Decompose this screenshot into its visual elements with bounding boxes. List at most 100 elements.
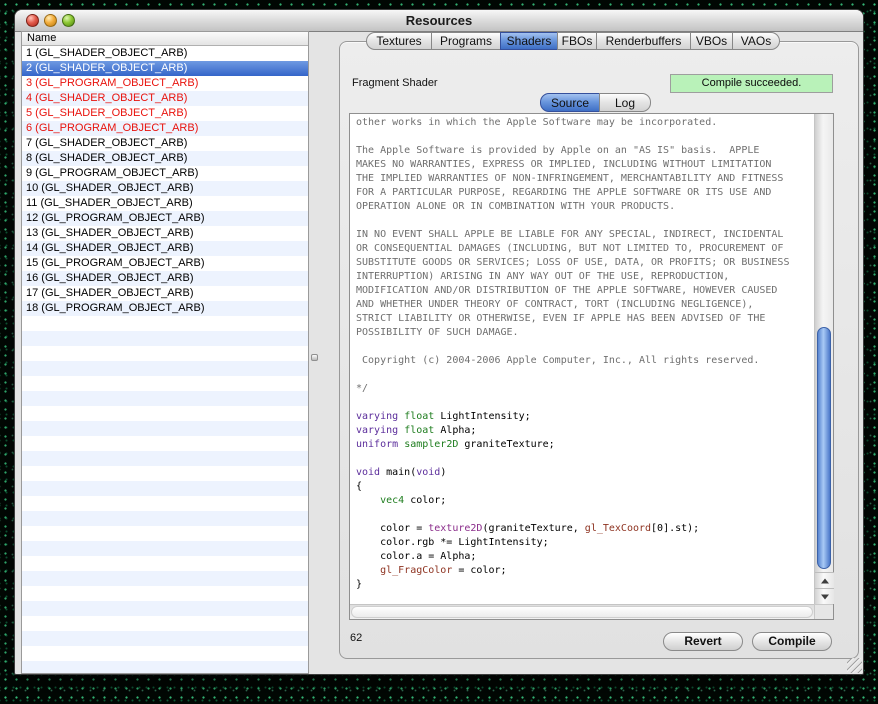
tab-vbos[interactable]: VBOs [690, 32, 733, 50]
code-line: */ [356, 382, 814, 396]
list-filler-row [22, 586, 308, 601]
list-filler-row [22, 496, 308, 511]
list-filler-row [22, 331, 308, 346]
line-count-label: 62 [350, 632, 362, 644]
scrollbar-corner [814, 604, 833, 619]
revert-button[interactable]: Revert [663, 632, 743, 651]
resize-grip[interactable] [847, 658, 862, 673]
shaders-panel: Fragment Shader Compile succeeded. Sourc… [339, 41, 859, 659]
list-item[interactable]: 9 (GL_PROGRAM_OBJECT_ARB) [22, 166, 308, 181]
code-line: other works in which the Apple Software … [356, 116, 814, 130]
code-line: gl_FragColor = color; [356, 564, 814, 578]
code-line: FOR A PARTICULAR PURPOSE, REGARDING THE … [356, 186, 814, 200]
code-line: color = texture2D(graniteTexture, gl_Tex… [356, 522, 814, 536]
list-item[interactable]: 17 (GL_SHADER_OBJECT_ARB) [22, 286, 308, 301]
list-filler-row [22, 406, 308, 421]
code-line: OR CONSEQUENTIAL DAMAGES (INCLUDING, BUT… [356, 242, 814, 256]
horizontal-scrollbar-thumb[interactable] [351, 606, 813, 618]
list-item[interactable]: 8 (GL_SHADER_OBJECT_ARB) [22, 151, 308, 166]
list-item[interactable]: 3 (GL_PROGRAM_OBJECT_ARB) [22, 76, 308, 91]
code-line: varying float Alpha; [356, 424, 814, 438]
list-filler-row [22, 481, 308, 496]
list-item[interactable]: 11 (GL_SHADER_OBJECT_ARB) [22, 196, 308, 211]
list-filler-row [22, 646, 308, 661]
code-line [356, 452, 814, 466]
list-filler-row [22, 541, 308, 556]
arrow-up-icon [821, 578, 829, 583]
list-item[interactable]: 7 (GL_SHADER_OBJECT_ARB) [22, 136, 308, 151]
list-item[interactable]: 12 (GL_PROGRAM_OBJECT_ARB) [22, 211, 308, 226]
view-tabs: SourceLog [540, 93, 651, 112]
list-filler-row [22, 526, 308, 541]
code-line: INTERRUPTION) ARISING IN ANY WAY OUT OF … [356, 270, 814, 284]
resource-list: Name 1 (GL_SHADER_OBJECT_ARB)2 (GL_SHADE… [21, 31, 309, 674]
code-line: vec4 color; [356, 494, 814, 508]
code-line: THE IMPLIED WARRANTIES OF NON-INFRINGEME… [356, 172, 814, 186]
scrollbar-thumb[interactable] [817, 327, 831, 569]
splitter-dimple-icon [311, 354, 318, 361]
list-item[interactable]: 18 (GL_PROGRAM_OBJECT_ARB) [22, 301, 308, 316]
tab-programs[interactable]: Programs [431, 32, 501, 50]
tab-renderbuffers[interactable]: Renderbuffers [596, 32, 691, 50]
list-filler-row [22, 421, 308, 436]
list-filler-row [22, 376, 308, 391]
code-line: POSSIBILITY OF SUCH DAMAGE. [356, 326, 814, 340]
tab-shaders[interactable]: Shaders [500, 32, 558, 50]
code-line [356, 340, 814, 354]
scroll-down-button[interactable] [815, 588, 834, 604]
source-editor: other works in which the Apple Software … [349, 113, 834, 620]
code-line: The Apple Software is provided by Apple … [356, 144, 814, 158]
code-line: color.rgb *= LightIntensity; [356, 536, 814, 550]
tab-textures[interactable]: Textures [366, 32, 432, 50]
list-item[interactable]: 6 (GL_PROGRAM_OBJECT_ARB) [22, 121, 308, 136]
list-item[interactable]: 15 (GL_PROGRAM_OBJECT_ARB) [22, 256, 308, 271]
list-item[interactable]: 14 (GL_SHADER_OBJECT_ARB) [22, 241, 308, 256]
tab-fbos[interactable]: FBOs [557, 32, 597, 50]
code-line: MAKES NO WARRANTIES, EXPRESS OR IMPLIED,… [356, 158, 814, 172]
list-filler-row [22, 451, 308, 466]
shader-type-label: Fragment Shader [352, 77, 438, 89]
titlebar[interactable]: Resources [15, 10, 863, 32]
splitter-handle[interactable] [310, 350, 319, 366]
list-item[interactable]: 4 (GL_SHADER_OBJECT_ARB) [22, 91, 308, 106]
list-filler-row [22, 436, 308, 451]
horizontal-scrollbar[interactable] [350, 604, 814, 619]
view-tab-source[interactable]: Source [540, 93, 600, 112]
list-filler-row [22, 361, 308, 376]
resource-tabs: TexturesProgramsShadersFBOsRenderbuffers… [366, 32, 780, 50]
list-filler-row [22, 391, 308, 406]
list-filler-row [22, 616, 308, 631]
code-line: void main(void) [356, 466, 814, 480]
list-filler-row [22, 601, 308, 616]
window-title: Resources [15, 13, 863, 28]
list-item[interactable]: 16 (GL_SHADER_OBJECT_ARB) [22, 271, 308, 286]
list-filler-row [22, 556, 308, 571]
list-filler-row [22, 571, 308, 586]
list-item[interactable]: 10 (GL_SHADER_OBJECT_ARB) [22, 181, 308, 196]
resources-window: Resources Name 1 (GL_SHADER_OBJECT_ARB)2… [14, 9, 864, 675]
list-filler-row [22, 316, 308, 331]
code-line: Copyright (c) 2004-2006 Apple Computer, … [356, 354, 814, 368]
list-item[interactable]: 13 (GL_SHADER_OBJECT_ARB) [22, 226, 308, 241]
code-area[interactable]: other works in which the Apple Software … [350, 114, 814, 604]
code-line [356, 130, 814, 144]
list-filler-row [22, 346, 308, 361]
code-line: OPERATION ALONE OR IN COMBINATION WITH Y… [356, 200, 814, 214]
list-header-name[interactable]: Name [22, 32, 308, 46]
list-filler-row [22, 511, 308, 526]
code-line [356, 214, 814, 228]
tab-vaos[interactable]: VAOs [732, 32, 780, 50]
list-item[interactable]: 5 (GL_SHADER_OBJECT_ARB) [22, 106, 308, 121]
view-tab-log[interactable]: Log [599, 93, 651, 112]
compile-button[interactable]: Compile [752, 632, 832, 651]
list-filler-row [22, 466, 308, 481]
code-line: STRICT LIABILITY OR OTHERWISE, EVEN IF A… [356, 312, 814, 326]
code-line [356, 508, 814, 522]
list-item[interactable]: 1 (GL_SHADER_OBJECT_ARB) [22, 46, 308, 61]
list-item[interactable]: 2 (GL_SHADER_OBJECT_ARB) [22, 61, 308, 76]
scroll-up-button[interactable] [815, 572, 834, 588]
code-line [356, 368, 814, 382]
code-line: IN NO EVENT SHALL APPLE BE LIABLE FOR AN… [356, 228, 814, 242]
vertical-scrollbar[interactable] [814, 114, 833, 604]
code-line: SUBSTITUTE GOODS OR SERVICES; LOSS OF US… [356, 256, 814, 270]
